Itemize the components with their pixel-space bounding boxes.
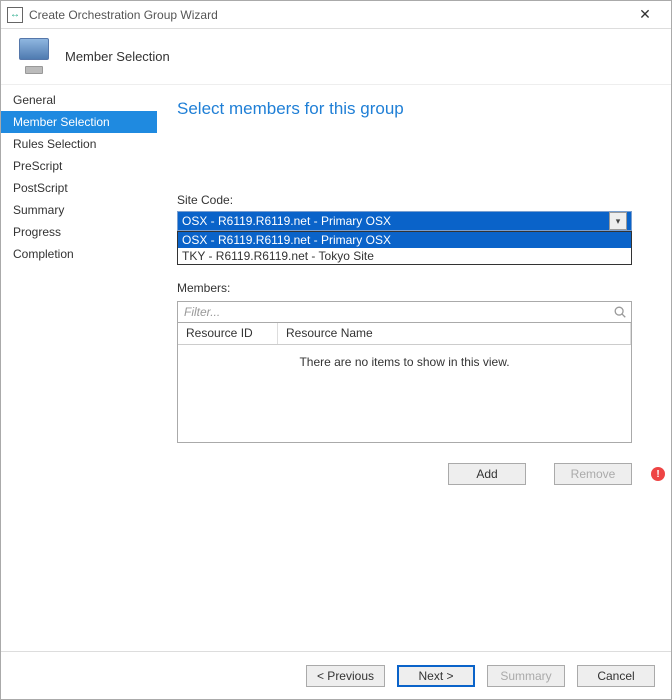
option-label: TKY - R6119.R6119.net - Tokyo Site [182, 249, 374, 263]
error-icon: ! [651, 467, 665, 481]
members-label: Members: [177, 281, 643, 295]
wizard-sidebar: General Member Selection Rules Selection… [1, 85, 157, 651]
member-buttons: Add Remove [177, 463, 632, 485]
sidebar-item-label: PostScript [13, 181, 68, 195]
sidebar-item-label: Rules Selection [13, 137, 96, 151]
sidebar-item-label: PreScript [13, 159, 62, 173]
section-title: Select members for this group [177, 99, 643, 119]
wizard-footer: < Previous Next > Summary Cancel [1, 651, 671, 699]
button-label: Next > [418, 669, 453, 683]
sidebar-item-prescript[interactable]: PreScript [1, 155, 157, 177]
app-icon-glyph: ↔ [10, 9, 20, 20]
app-icon: ↔ [7, 7, 23, 23]
sidebar-item-summary[interactable]: Summary [1, 199, 157, 221]
members-filter[interactable] [177, 301, 632, 323]
sidebar-item-label: Progress [13, 225, 61, 239]
search-icon [613, 305, 627, 319]
site-code-combo[interactable]: OSX - R6119.R6119.net - Primary OSX ▾ OS… [177, 211, 632, 231]
table-header: Resource ID Resource Name [178, 323, 631, 345]
col-resource-name[interactable]: Resource Name [278, 323, 631, 344]
sidebar-item-member-selection[interactable]: Member Selection [1, 111, 157, 133]
summary-button: Summary [487, 665, 565, 687]
sidebar-item-completion[interactable]: Completion [1, 243, 157, 265]
chevron-down-icon[interactable]: ▾ [609, 212, 627, 230]
sidebar-item-label: Summary [13, 203, 64, 217]
window-title: Create Orchestration Group Wizard [29, 8, 625, 22]
option-label: OSX - R6119.R6119.net - Primary OSX [182, 233, 391, 247]
button-label: Remove [571, 467, 616, 481]
site-code-dropdown: OSX - R6119.R6119.net - Primary OSX TKY … [177, 231, 632, 265]
button-label: < Previous [317, 669, 374, 683]
button-label: Summary [500, 669, 551, 683]
wizard-content: Select members for this group Site Code:… [157, 85, 671, 651]
button-label: Add [476, 467, 497, 481]
site-code-option[interactable]: TKY - R6119.R6119.net - Tokyo Site [178, 248, 631, 264]
remove-button: Remove [554, 463, 632, 485]
site-code-label: Site Code: [177, 193, 643, 207]
button-label: Cancel [597, 669, 634, 683]
sidebar-item-rules-selection[interactable]: Rules Selection [1, 133, 157, 155]
site-code-field[interactable]: OSX - R6119.R6119.net - Primary OSX ▾ [177, 211, 632, 231]
add-button[interactable]: Add [448, 463, 526, 485]
sidebar-item-progress[interactable]: Progress [1, 221, 157, 243]
sidebar-item-general[interactable]: General [1, 89, 157, 111]
members-table: Resource ID Resource Name There are no i… [177, 323, 632, 443]
close-icon: ✕ [639, 6, 651, 23]
previous-button[interactable]: < Previous [306, 665, 385, 687]
cancel-button[interactable]: Cancel [577, 665, 655, 687]
col-resource-id[interactable]: Resource ID [178, 323, 278, 344]
site-code-selected: OSX - R6119.R6119.net - Primary OSX [182, 214, 605, 228]
filter-input[interactable] [182, 304, 613, 320]
sidebar-item-postscript[interactable]: PostScript [1, 177, 157, 199]
sidebar-item-label: Completion [13, 247, 74, 261]
main-area: General Member Selection Rules Selection… [1, 85, 671, 651]
page-heading: Member Selection [65, 49, 170, 64]
site-code-option[interactable]: OSX - R6119.R6119.net - Primary OSX [178, 232, 631, 248]
titlebar: ↔ Create Orchestration Group Wizard ✕ [1, 1, 671, 29]
next-button[interactable]: Next > [397, 665, 475, 687]
computer-icon [15, 38, 53, 76]
wizard-header: Member Selection [1, 29, 671, 85]
error-glyph: ! [656, 469, 659, 480]
sidebar-item-label: General [13, 93, 56, 107]
sidebar-item-label: Member Selection [13, 115, 110, 129]
empty-message: There are no items to show in this view. [178, 355, 631, 369]
close-button[interactable]: ✕ [625, 1, 665, 29]
